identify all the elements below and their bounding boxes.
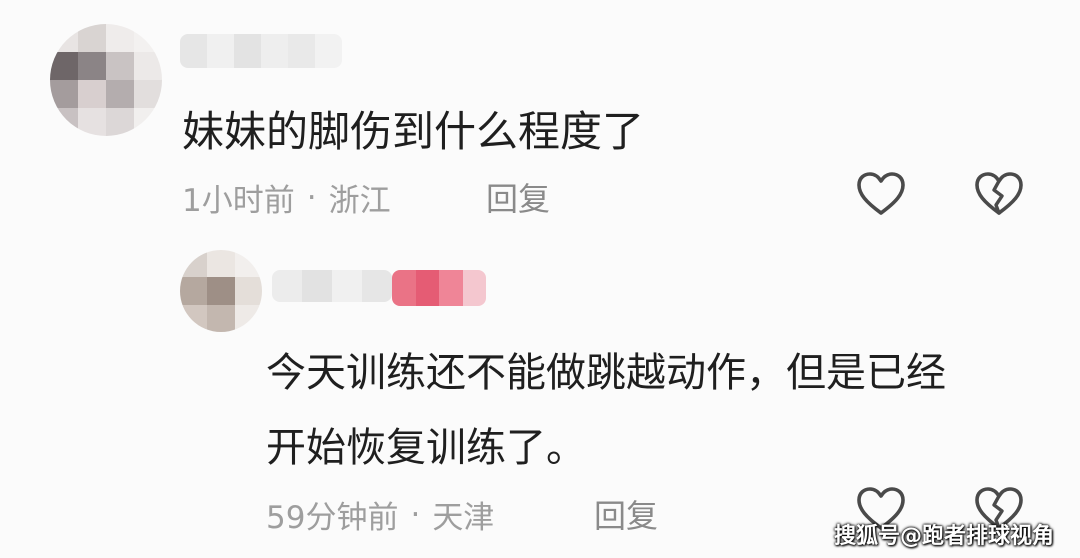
reply-meta: 59分钟前 · 天津 — [266, 492, 494, 537]
reply-text-line-2: 开始恢复训练了。 — [266, 425, 586, 471]
username-blurred[interactable] — [180, 34, 342, 68]
author-badge-blurred — [392, 270, 486, 306]
heart-icon[interactable] — [856, 171, 906, 217]
watermark: 搜狐号@跑者排球视角 — [833, 524, 1054, 549]
comment-location: 浙江 — [328, 183, 391, 219]
reply-button[interactable]: 回复 — [594, 491, 658, 537]
comment-text: 妹妹的脚伤到什么程度了 — [182, 107, 645, 156]
separator-dot: · — [306, 179, 317, 216]
broken-heart-icon[interactable] — [974, 171, 1024, 217]
separator-dot: · — [410, 496, 421, 533]
comment-meta: 1小时前 · 浙江 — [182, 175, 391, 220]
reply-button[interactable]: 回复 — [486, 174, 550, 220]
comment-item: 妹妹的脚伤到什么程度了 1小时前 · 浙江 回复 — [0, 0, 1080, 250]
reply-text-line-1: 今天训练还不能做跳越动作，但是已经 — [266, 350, 946, 396]
avatar[interactable] — [50, 24, 162, 136]
reply-location: 天津 — [432, 500, 495, 536]
avatar[interactable] — [180, 250, 262, 332]
reply-time: 59分钟前 — [266, 500, 399, 536]
reply-item: 今天训练还不能做跳越动作，但是已经 开始恢复训练了。 59分钟前 · 天津 回复 — [0, 250, 1080, 558]
comment-time: 1小时前 — [182, 183, 295, 219]
username-blurred[interactable] — [272, 270, 392, 302]
